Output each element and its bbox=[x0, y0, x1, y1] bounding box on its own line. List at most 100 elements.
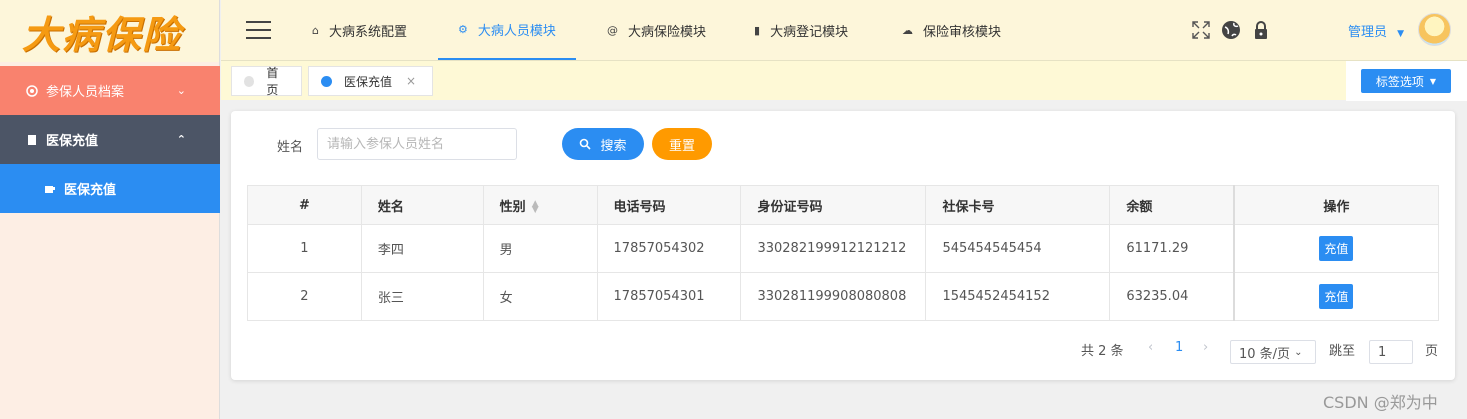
menu-toggle-icon[interactable] bbox=[246, 21, 271, 39]
table-row: 1 李四 男 17857054302 330282199912121212 54… bbox=[247, 224, 1439, 273]
nav-label: 大病登记模块 bbox=[770, 24, 849, 40]
book-icon: ▮ bbox=[754, 23, 761, 37]
globe-icon[interactable] bbox=[1220, 19, 1242, 41]
sidebar-group-recharge[interactable]: 医保充值 ⌃ bbox=[0, 115, 220, 164]
sidebar: 大病保险 参保人员档案 ⌄ 医保充值 ⌃ 医保充值 bbox=[0, 0, 220, 419]
table-row: 2 张三 女 17857054301 330281199908080808 15… bbox=[247, 272, 1439, 321]
name-label: 姓名 bbox=[277, 140, 304, 155]
tab-recharge[interactable]: 医保充值 × bbox=[308, 66, 433, 96]
tab-options-button[interactable]: 标签选项 ▼ bbox=[1361, 69, 1451, 93]
app-logo: 大病保险 bbox=[0, 0, 219, 62]
col-header-gender-label: 性别 bbox=[499, 199, 526, 215]
chevron-down-icon: ⌄ bbox=[1294, 346, 1303, 358]
sort-icon[interactable]: ▲ ▼ bbox=[532, 200, 539, 215]
tab-status-dot bbox=[321, 75, 332, 87]
home-icon: ⌂ bbox=[312, 23, 319, 37]
next-page-icon[interactable]: › bbox=[1203, 340, 1208, 355]
cell-id-card: 330281199908080808 bbox=[740, 272, 927, 321]
tab-status-dot bbox=[244, 75, 255, 87]
col-header-phone: 电话号码 bbox=[596, 185, 742, 225]
tab-label: 医保充值 bbox=[344, 74, 393, 89]
nav-insurance-module[interactable]: @ 大病保险模块 bbox=[607, 0, 706, 60]
fullscreen-icon[interactable] bbox=[1190, 19, 1212, 41]
pagination-current-page[interactable]: 1 bbox=[1175, 340, 1183, 355]
reset-button-label: 重置 bbox=[668, 138, 695, 154]
main-card: 姓名 搜索 重置 # 姓名 性别 ▲▼ 电话号码 身份证号码 社保卡号 余额 操作 bbox=[231, 111, 1455, 380]
cell-name: 李四 bbox=[360, 224, 484, 273]
search-icon bbox=[580, 138, 592, 150]
col-header-index: # bbox=[247, 185, 362, 225]
chevron-down-icon: ⌄ bbox=[176, 84, 186, 97]
nav-system-config[interactable]: ⌂ 大病系统配置 bbox=[312, 0, 407, 60]
file-icon bbox=[28, 134, 36, 145]
tab-home[interactable]: 首页 bbox=[231, 66, 302, 97]
cup-icon bbox=[45, 185, 55, 193]
page-unit-label: 页 bbox=[1425, 344, 1439, 359]
goto-page-input[interactable] bbox=[1369, 340, 1413, 364]
nav-label: 大病人员模块 bbox=[477, 23, 556, 39]
tab-options-label: 标签选项 bbox=[1375, 74, 1424, 89]
admin-label: 管理员 bbox=[1348, 25, 1388, 40]
cell-balance: 63235.04 bbox=[1109, 272, 1235, 321]
goto-label: 跳至 bbox=[1329, 344, 1356, 359]
close-icon[interactable]: × bbox=[406, 74, 416, 88]
avatar[interactable] bbox=[1418, 13, 1451, 46]
col-header-card: 社保卡号 bbox=[925, 185, 1111, 225]
sidebar-item-label: 医保充值 bbox=[64, 183, 117, 198]
cloud-icon: ☁ bbox=[902, 23, 913, 37]
prev-page-icon[interactable]: ‹ bbox=[1148, 340, 1153, 355]
cell-action: 充值 bbox=[1232, 272, 1439, 321]
nav-audit-module[interactable]: ☁ 保险审核模块 bbox=[902, 0, 1001, 60]
col-header-id-card: 身份证号码 bbox=[740, 185, 927, 225]
caret-down-icon: ▼ bbox=[1429, 76, 1437, 86]
cell-balance: 61171.29 bbox=[1109, 224, 1235, 273]
sidebar-group-label: 医保充值 bbox=[46, 134, 99, 149]
cell-card: 1545452454152 bbox=[925, 272, 1111, 321]
logo-text: 大病保险 bbox=[22, 11, 183, 57]
top-header: ⌂ 大病系统配置 ⚙ 大病人员模块 @ 大病保险模块 ▮ 大病登记模块 ☁ 保险… bbox=[221, 0, 1467, 60]
nav-register-module[interactable]: ▮ 大病登记模块 bbox=[754, 0, 848, 60]
cell-index: 1 bbox=[247, 224, 362, 273]
cell-id-card: 330282199912121212 bbox=[740, 224, 927, 273]
insured-table: # 姓名 性别 ▲ ▼ 电话号码 身份证号码 社保卡号 余额 操作 1 李四 男 1… bbox=[247, 185, 1439, 321]
cell-phone: 17857054302 bbox=[596, 224, 742, 273]
pagination-total: 共 2 条 bbox=[1081, 344, 1124, 359]
cell-phone: 17857054301 bbox=[596, 272, 742, 321]
cell-name: 张三 bbox=[360, 272, 484, 321]
tab-label: 首页 bbox=[266, 66, 279, 97]
name-search-input[interactable] bbox=[317, 128, 517, 160]
table-header-row: # 姓名 性别 ▲ ▼ 电话号码 身份证号码 社保卡号 余额 操作 bbox=[247, 185, 1439, 225]
search-button[interactable]: 搜索 bbox=[562, 128, 644, 160]
cell-action: 充值 bbox=[1232, 224, 1439, 273]
chevron-up-icon: ⌃ bbox=[176, 133, 186, 146]
cell-index: 2 bbox=[247, 272, 362, 321]
lock-icon[interactable] bbox=[1250, 19, 1272, 41]
cell-gender: 男 bbox=[482, 224, 598, 273]
col-header-gender[interactable]: 性别 ▲ ▼ bbox=[482, 185, 598, 225]
gear-icon bbox=[26, 84, 38, 97]
recharge-button[interactable]: 充值 bbox=[1319, 236, 1354, 261]
nav-label: 大病保险模块 bbox=[628, 24, 707, 40]
col-header-action: 操作 bbox=[1232, 185, 1439, 225]
at-icon: @ bbox=[607, 23, 618, 37]
col-header-name: 姓名 bbox=[360, 185, 484, 225]
reset-button[interactable]: 重置 bbox=[652, 128, 712, 160]
settings-icon: ⚙ bbox=[458, 22, 468, 36]
sidebar-item-recharge[interactable]: 医保充值 bbox=[0, 164, 220, 213]
sidebar-item-insured-archive[interactable]: 参保人员档案 ⌄ bbox=[0, 66, 220, 115]
nav-personnel-module[interactable]: ⚙ 大病人员模块 bbox=[438, 0, 576, 60]
page-size-value: 10 条/页 bbox=[1239, 346, 1291, 362]
watermark: CSDN @郑为中 bbox=[1323, 393, 1438, 412]
recharge-button[interactable]: 充值 bbox=[1319, 284, 1354, 309]
col-header-balance: 余额 bbox=[1109, 185, 1235, 225]
tags-view-bar: 首页 医保充值 × 标签选项 ▼ bbox=[221, 60, 1467, 101]
caret-down-icon: ▼ bbox=[1397, 29, 1405, 39]
nav-label: 保险审核模块 bbox=[923, 24, 1002, 40]
cell-card: 545454545454 bbox=[925, 224, 1111, 273]
sidebar-item-label: 参保人员档案 bbox=[46, 85, 125, 100]
cell-gender: 女 bbox=[482, 272, 598, 321]
page-size-select[interactable]: 10 条/页 ⌄ bbox=[1230, 340, 1316, 364]
search-button-label: 搜索 bbox=[600, 138, 627, 154]
nav-label: 大病系统配置 bbox=[328, 24, 407, 40]
admin-dropdown[interactable]: 管理员 ▼ bbox=[1348, 21, 1404, 40]
